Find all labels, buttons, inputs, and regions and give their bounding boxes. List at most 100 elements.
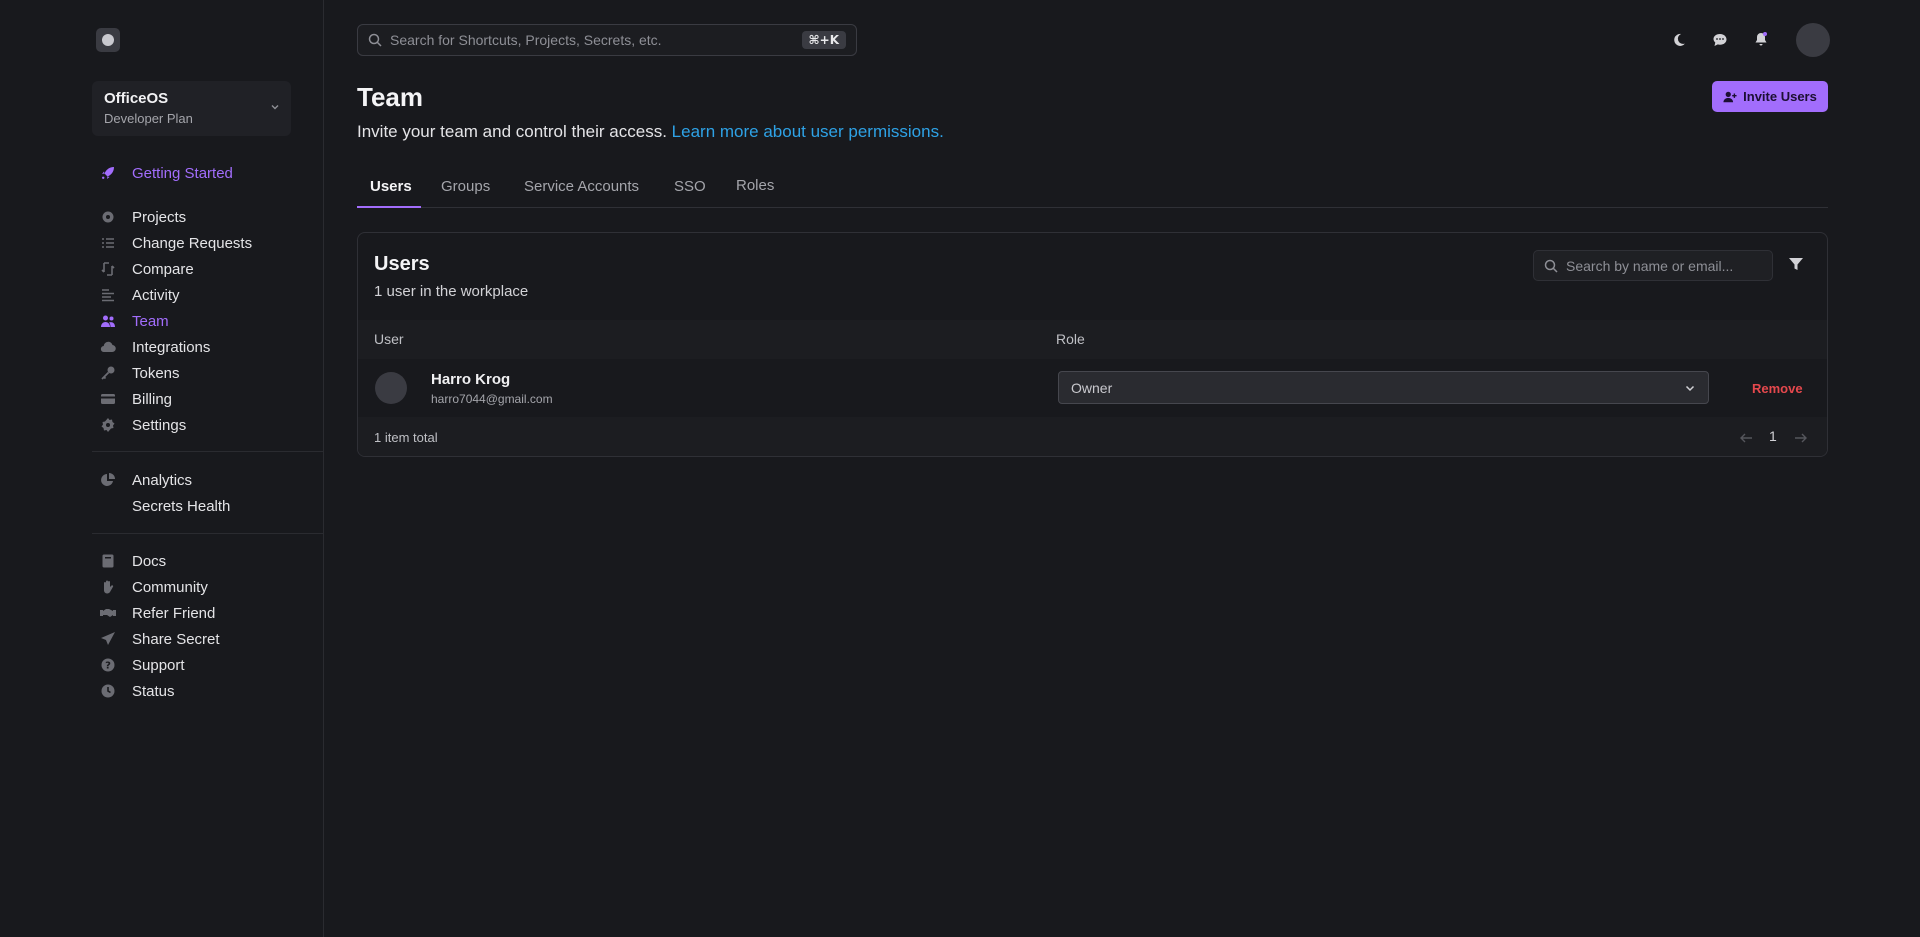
app-logo[interactable] xyxy=(96,28,120,52)
invite-users-label: Invite Users xyxy=(1743,89,1817,104)
sidebar-item-label: Billing xyxy=(132,390,173,408)
sidebar-item-status[interactable]: Status xyxy=(92,678,324,704)
sidebar-item-label: Support xyxy=(132,656,185,674)
chevron-down-icon xyxy=(1685,385,1695,392)
sidebar-item-label: Activity xyxy=(132,286,180,304)
sidebar-item-refer-friend[interactable]: Refer Friend xyxy=(92,600,324,626)
sidebar-item-getting-started[interactable]: Getting Started xyxy=(92,160,324,186)
user-plus-icon xyxy=(1723,91,1737,102)
column-role: Role xyxy=(1056,331,1085,347)
sidebar-item-label: Tokens xyxy=(132,364,180,382)
sidebar-item-label: Compare xyxy=(132,260,194,278)
sidebar-item-label: Getting Started xyxy=(132,164,233,182)
org-name: OfficeOS xyxy=(104,90,169,107)
arrow-left-icon[interactable] xyxy=(1739,432,1753,444)
sidebar-item-secrets-health[interactable]: Secrets Health xyxy=(92,493,324,519)
handshake-icon xyxy=(100,605,116,621)
user-name: Harro Krog xyxy=(431,371,511,388)
sidebar-item-label: Projects xyxy=(132,208,187,226)
active-tab-indicator xyxy=(357,206,421,208)
sidebar-item-docs[interactable]: Docs xyxy=(92,548,324,574)
sidebar-item-community[interactable]: Community xyxy=(92,574,324,600)
avatar xyxy=(375,372,407,404)
shortcut-badge: ⌘+K xyxy=(801,31,846,49)
tab-sso[interactable]: SSO xyxy=(674,178,706,208)
sidebar-item-settings[interactable]: Settings xyxy=(92,412,324,438)
sidebar-item-label: Refer Friend xyxy=(132,604,216,622)
key-icon xyxy=(100,365,116,381)
svg-text:?: ? xyxy=(105,661,111,672)
sidebar-item-share-secret[interactable]: Share Secret xyxy=(92,626,324,652)
role-select[interactable]: Owner xyxy=(1058,371,1709,404)
rocket-icon xyxy=(100,165,116,181)
sidebar-divider xyxy=(92,451,324,452)
sidebar-item-label: Community xyxy=(132,578,208,596)
page-subtitle-text: Invite your team and control their acces… xyxy=(357,122,667,141)
search-icon xyxy=(1544,259,1558,273)
dark-mode-icon[interactable] xyxy=(1669,30,1689,50)
clock-icon xyxy=(100,683,116,699)
item-total: 1 item total xyxy=(374,430,438,445)
question-icon: ? xyxy=(100,657,116,673)
users-count: 1 user in the workplace xyxy=(374,283,529,300)
filter-icon[interactable] xyxy=(1787,255,1805,273)
activity-icon xyxy=(100,287,116,303)
sidebar-item-projects[interactable]: Projects xyxy=(92,204,324,230)
user-search-input[interactable] xyxy=(1566,257,1762,274)
global-search[interactable]: ⌘+K xyxy=(357,24,857,56)
sidebar-item-label: Share Secret xyxy=(132,630,220,648)
arrow-right-icon[interactable] xyxy=(1794,432,1808,444)
team-tabs: Users Groups Service Accounts SSO Roles xyxy=(357,176,1828,208)
sidebar-item-activity[interactable]: Activity xyxy=(92,282,324,308)
chat-icon[interactable] xyxy=(1710,30,1730,50)
sidebar-item-label: Secrets Health xyxy=(132,497,231,515)
sidebar: OfficeOS Developer Plan Getting Started … xyxy=(0,0,324,937)
sidebar-item-analytics[interactable]: Analytics xyxy=(92,467,324,493)
sidebar-item-compare[interactable]: Compare xyxy=(92,256,324,282)
search-icon xyxy=(368,33,382,47)
sidebar-item-label: Settings xyxy=(132,416,187,434)
sidebar-item-tokens[interactable]: Tokens xyxy=(92,360,324,386)
book-icon xyxy=(100,553,116,569)
invite-users-button[interactable]: Invite Users xyxy=(1712,81,1828,112)
table-footer: 1 item total 1 xyxy=(358,417,1827,456)
tab-roles[interactable]: Roles xyxy=(736,177,774,207)
table-header: User Role xyxy=(358,320,1827,359)
sidebar-item-label: Docs xyxy=(132,552,167,570)
users-card: Users 1 user in the workplace User Role … xyxy=(357,232,1828,457)
nav-resources: Docs Community Refer Friend Share Secret… xyxy=(92,548,324,704)
gear-icon xyxy=(100,417,116,433)
sidebar-item-integrations[interactable]: Integrations xyxy=(92,334,324,360)
credit-card-icon xyxy=(100,391,116,407)
role-value: Owner xyxy=(1071,379,1113,396)
compare-icon xyxy=(100,261,116,277)
sidebar-item-support[interactable]: ? Support xyxy=(92,652,324,678)
sidebar-item-team[interactable]: Team xyxy=(92,308,324,334)
org-plan: Developer Plan xyxy=(104,111,193,126)
permissions-link[interactable]: Learn more about user permissions. xyxy=(672,122,944,141)
tab-service-accounts[interactable]: Service Accounts xyxy=(524,178,639,208)
sidebar-item-label: Status xyxy=(132,682,175,700)
pie-chart-icon xyxy=(100,472,116,488)
tab-groups[interactable]: Groups xyxy=(441,178,490,208)
list-check-icon xyxy=(100,235,116,251)
user-search[interactable] xyxy=(1533,250,1773,281)
users-card-title: Users xyxy=(374,253,430,275)
table-row: Harro Krog harro7044@gmail.com Owner Rem… xyxy=(358,359,1827,417)
sidebar-item-label: Team xyxy=(132,312,169,330)
nav-primary: Getting Started xyxy=(92,160,324,186)
global-search-input[interactable] xyxy=(390,32,802,48)
org-switcher[interactable]: OfficeOS Developer Plan xyxy=(92,81,291,136)
hand-icon xyxy=(100,579,116,595)
tab-users[interactable]: Users xyxy=(370,178,412,208)
remove-user-button[interactable]: Remove xyxy=(1752,381,1803,396)
paper-plane-icon xyxy=(100,631,116,647)
bell-icon[interactable] xyxy=(1751,29,1771,49)
chevron-down-icon xyxy=(271,105,279,110)
user-email: harro7044@gmail.com xyxy=(431,392,553,406)
sidebar-item-billing[interactable]: Billing xyxy=(92,386,324,412)
sidebar-item-change-requests[interactable]: Change Requests xyxy=(92,230,324,256)
page-number[interactable]: 1 xyxy=(1769,428,1777,444)
page-subtitle: Invite your team and control their acces… xyxy=(357,122,944,142)
user-avatar[interactable] xyxy=(1796,23,1830,57)
